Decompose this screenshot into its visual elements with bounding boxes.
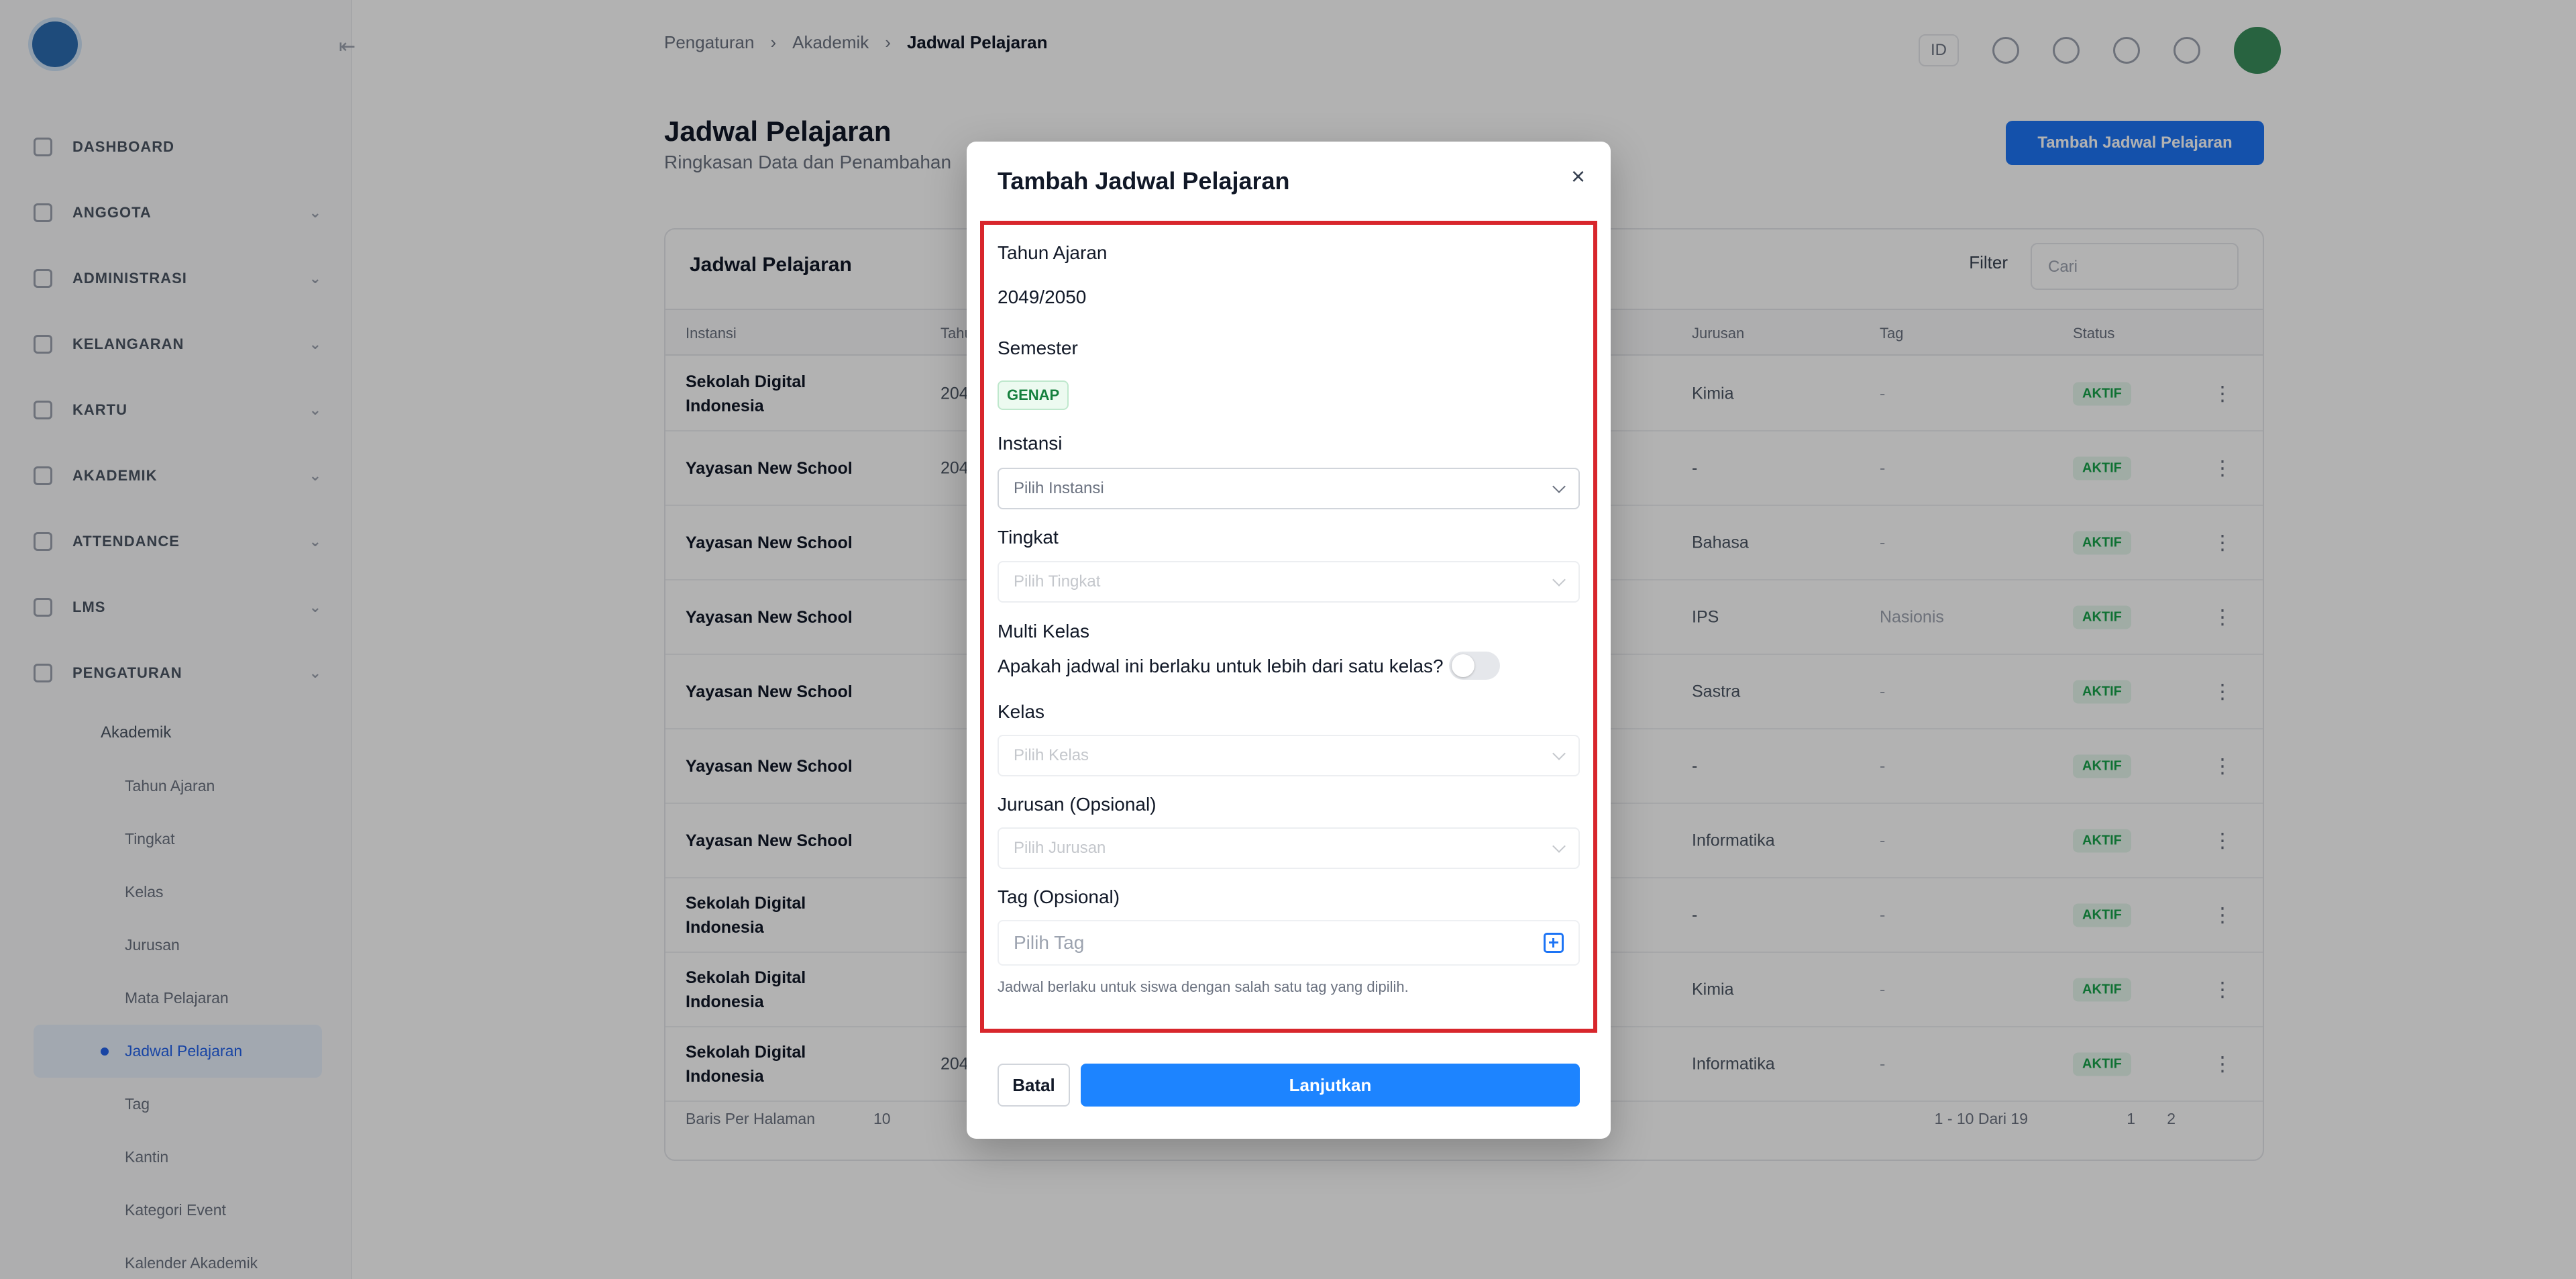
- semester-label: Semester: [998, 338, 1078, 358]
- kelas-select[interactable]: Pilih Kelas: [998, 735, 1580, 776]
- chevron-down-icon: [1552, 573, 1566, 586]
- add-schedule-modal: Tambah Jadwal Pelajaran × Tahun Ajaran 2…: [967, 142, 1611, 1139]
- chevron-down-icon: [1552, 839, 1566, 853]
- tingkat-select[interactable]: Pilih Tingkat: [998, 561, 1580, 603]
- jurusan-placeholder: Pilih Jurusan: [1014, 839, 1106, 857]
- chevron-down-icon: [1552, 747, 1566, 760]
- tahun-ajaran-value: 2049/2050: [998, 287, 1087, 307]
- tag-input[interactable]: Pilih Tag: [998, 920, 1580, 966]
- kelas-placeholder: Pilih Kelas: [1014, 746, 1089, 764]
- toggle-knob: [1452, 654, 1474, 677]
- multi-kelas-toggle[interactable]: [1449, 652, 1500, 680]
- tag-placeholder: Pilih Tag: [1014, 932, 1085, 953]
- multi-kelas-label: Multi Kelas: [998, 621, 1089, 642]
- jurusan-select[interactable]: Pilih Jurusan: [998, 827, 1580, 869]
- tingkat-placeholder: Pilih Tingkat: [1014, 572, 1101, 591]
- instansi-select[interactable]: Pilih Instansi: [998, 468, 1580, 509]
- cancel-button[interactable]: Batal: [998, 1064, 1070, 1107]
- semester-badge: GENAP: [998, 380, 1069, 410]
- tingkat-label: Tingkat: [998, 527, 1059, 548]
- instansi-placeholder: Pilih Instansi: [1014, 479, 1104, 497]
- tag-label: Tag (Opsional): [998, 886, 1120, 907]
- tag-hint: Jadwal berlaku untuk siswa dengan salah …: [998, 978, 1409, 995]
- multi-kelas-question: Apakah jadwal ini berlaku untuk lebih da…: [998, 656, 1444, 676]
- add-tag-icon[interactable]: [1544, 933, 1564, 953]
- tahun-ajaran-label: Tahun Ajaran: [998, 242, 1108, 263]
- jurusan-label: Jurusan (Opsional): [998, 794, 1157, 815]
- close-icon[interactable]: ×: [1571, 164, 1585, 189]
- continue-button[interactable]: Lanjutkan: [1081, 1064, 1580, 1107]
- kelas-label: Kelas: [998, 701, 1045, 722]
- modal-title: Tambah Jadwal Pelajaran: [998, 167, 1290, 195]
- chevron-down-icon: [1552, 480, 1566, 493]
- instansi-label: Instansi: [998, 433, 1063, 454]
